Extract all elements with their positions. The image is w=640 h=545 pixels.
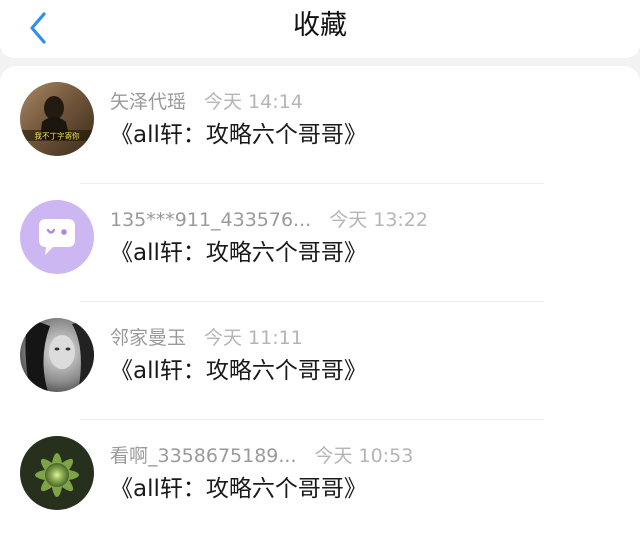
list-item[interactable]: 邻家曼玉 今天 11:11 《all轩：攻略六个哥哥》 bbox=[0, 302, 640, 420]
item-meta: 矢泽代瑶 今天 14:14 bbox=[110, 90, 303, 114]
item-meta: 看啊_3358675189... 今天 10:53 bbox=[110, 444, 413, 468]
list-item[interactable]: 135***911_433576... 今天 13:22 《all轩：攻略六个哥哥… bbox=[0, 184, 640, 302]
user-name[interactable]: 看啊_3358675189... bbox=[110, 445, 297, 467]
item-meta: 135***911_433576... 今天 13:22 bbox=[110, 208, 428, 232]
avatar[interactable] bbox=[20, 200, 94, 274]
favorites-list: 我不丁字寄你 矢泽代瑶 今天 14:14 《all轩：攻略六个哥哥》 135***… bbox=[0, 66, 640, 545]
favorite-title[interactable]: 《all轩：攻略六个哥哥》 bbox=[110, 238, 367, 268]
favorite-title[interactable]: 《all轩：攻略六个哥哥》 bbox=[110, 120, 367, 150]
avatar[interactable] bbox=[20, 318, 94, 392]
user-name[interactable]: 矢泽代瑶 bbox=[110, 91, 186, 113]
timestamp: 今天 10:53 bbox=[314, 445, 414, 467]
top-bar: 收藏 bbox=[0, 0, 640, 58]
list-item[interactable]: 看啊_3358675189... 今天 10:53 《all轩：攻略六个哥哥》 bbox=[0, 420, 640, 538]
timestamp: 今天 11:11 bbox=[204, 327, 303, 349]
favorite-title[interactable]: 《all轩：攻略六个哥哥》 bbox=[110, 474, 367, 504]
avatar-caption: 我不丁字寄你 bbox=[35, 131, 80, 141]
item-meta: 邻家曼玉 今天 11:11 bbox=[110, 326, 303, 350]
avatar[interactable]: 我不丁字寄你 bbox=[20, 82, 94, 156]
timestamp: 今天 13:22 bbox=[329, 209, 428, 231]
user-name[interactable]: 邻家曼玉 bbox=[110, 327, 186, 349]
avatar[interactable] bbox=[20, 436, 94, 510]
favorite-title[interactable]: 《all轩：攻略六个哥哥》 bbox=[110, 356, 367, 386]
list-item[interactable]: 我不丁字寄你 矢泽代瑶 今天 14:14 《all轩：攻略六个哥哥》 bbox=[0, 66, 640, 184]
page-title: 收藏 bbox=[293, 10, 347, 41]
timestamp: 今天 14:14 bbox=[204, 91, 303, 113]
user-name[interactable]: 135***911_433576... bbox=[110, 209, 311, 231]
